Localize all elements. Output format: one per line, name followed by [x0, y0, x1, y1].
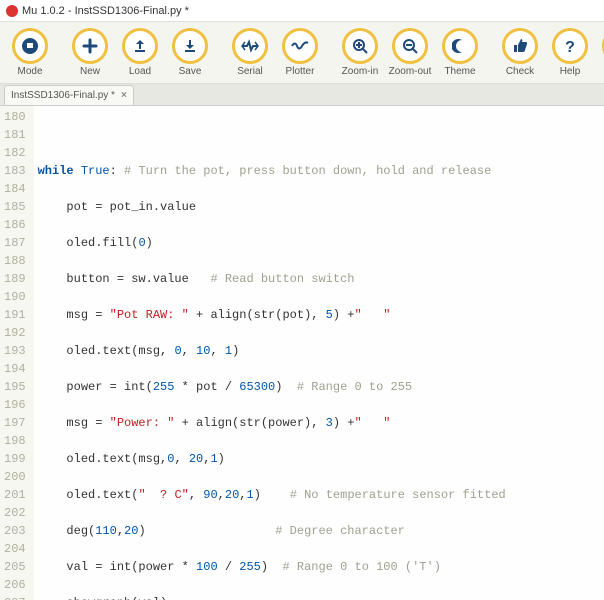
thumbs-up-icon: [502, 28, 538, 64]
line-number: 193: [4, 342, 26, 360]
code-line: oled.text(msg,0, 20,1): [38, 450, 506, 468]
help-button[interactable]: ? Help: [548, 28, 592, 77]
window-title: Mu 1.0.2 - InstSSD1306-Final.py *: [22, 5, 189, 17]
close-icon[interactable]: ×: [121, 90, 127, 101]
line-number: 182: [4, 144, 26, 162]
svg-text:?: ?: [565, 39, 575, 55]
line-number: 204: [4, 540, 26, 558]
app-logo-icon: [6, 5, 18, 17]
code-line: val = int(power * 100 / 255) # Range 0 t…: [38, 558, 506, 576]
code-line: button = sw.value # Read button switch: [38, 270, 506, 288]
line-number: 203: [4, 522, 26, 540]
plotter-button[interactable]: Plotter: [278, 28, 322, 77]
code-line: while True: # Turn the pot, press button…: [38, 162, 506, 180]
plotter-icon: [282, 28, 318, 64]
line-number: 185: [4, 198, 26, 216]
code-line: deg(110,20) # Degree character: [38, 522, 506, 540]
download-icon: [172, 28, 208, 64]
titlebar: Mu 1.0.2 - InstSSD1306-Final.py *: [0, 0, 604, 22]
serial-button[interactable]: Serial: [228, 28, 272, 77]
line-number: 192: [4, 324, 26, 342]
line-number: 205: [4, 558, 26, 576]
line-number-gutter: 1801811821831841851861871881891901911921…: [0, 106, 34, 600]
line-number: 199: [4, 450, 26, 468]
code-line: oled.text(" ? C", 90,20,1) # No temperat…: [38, 486, 506, 504]
zoom-out-icon: [392, 28, 428, 64]
line-number: 187: [4, 234, 26, 252]
new-button[interactable]: New: [68, 28, 112, 77]
upload-icon: [122, 28, 158, 64]
serial-icon: [232, 28, 268, 64]
code-area[interactable]: while True: # Turn the pot, press button…: [34, 106, 506, 600]
line-number: 188: [4, 252, 26, 270]
line-number: 195: [4, 378, 26, 396]
zoom-out-button[interactable]: Zoom-out: [388, 28, 432, 77]
tab-bar: InstSSD1306-Final.py * ×: [0, 84, 604, 106]
line-number: 191: [4, 306, 26, 324]
line-number: 189: [4, 270, 26, 288]
toolbar: Mode New Load Save Serial Plotter Z: [0, 22, 604, 84]
load-button[interactable]: Load: [118, 28, 162, 77]
code-line: pot = pot_in.value: [38, 198, 506, 216]
line-number: 198: [4, 432, 26, 450]
question-icon: ?: [552, 28, 588, 64]
tab-label: InstSSD1306-Final.py *: [11, 90, 115, 101]
theme-button[interactable]: Theme: [438, 28, 482, 77]
mode-button[interactable]: Mode: [8, 28, 52, 77]
quit-button[interactable]: Quit: [598, 28, 604, 77]
line-number: 180: [4, 108, 26, 126]
line-number: 201: [4, 486, 26, 504]
tab-file[interactable]: InstSSD1306-Final.py * ×: [4, 85, 134, 105]
line-number: 183: [4, 162, 26, 180]
line-number: 186: [4, 216, 26, 234]
line-number: 206: [4, 576, 26, 594]
zoom-in-icon: [342, 28, 378, 64]
zoom-in-button[interactable]: Zoom-in: [338, 28, 382, 77]
line-number: 200: [4, 468, 26, 486]
line-number: 194: [4, 360, 26, 378]
line-number: 196: [4, 396, 26, 414]
code-editor[interactable]: 1801811821831841851861871881891901911921…: [0, 106, 604, 600]
plus-icon: [72, 28, 108, 64]
line-number: 202: [4, 504, 26, 522]
line-number: 207: [4, 594, 26, 600]
moon-icon: [442, 28, 478, 64]
line-number: 190: [4, 288, 26, 306]
code-line: [38, 126, 506, 144]
line-number: 197: [4, 414, 26, 432]
check-button[interactable]: Check: [498, 28, 542, 77]
code-line: oled.text(msg, 0, 10, 1): [38, 342, 506, 360]
code-line: oled.fill(0): [38, 234, 506, 252]
code-line: power = int(255 * pot / 65300) # Range 0…: [38, 378, 506, 396]
code-line: msg = "Power: " + align(str(power), 3) +…: [38, 414, 506, 432]
code-line: msg = "Pot RAW: " + align(str(pot), 5) +…: [38, 306, 506, 324]
line-number: 181: [4, 126, 26, 144]
code-line: showgraph(val): [38, 594, 506, 600]
mode-icon: [12, 28, 48, 64]
line-number: 184: [4, 180, 26, 198]
save-button[interactable]: Save: [168, 28, 212, 77]
